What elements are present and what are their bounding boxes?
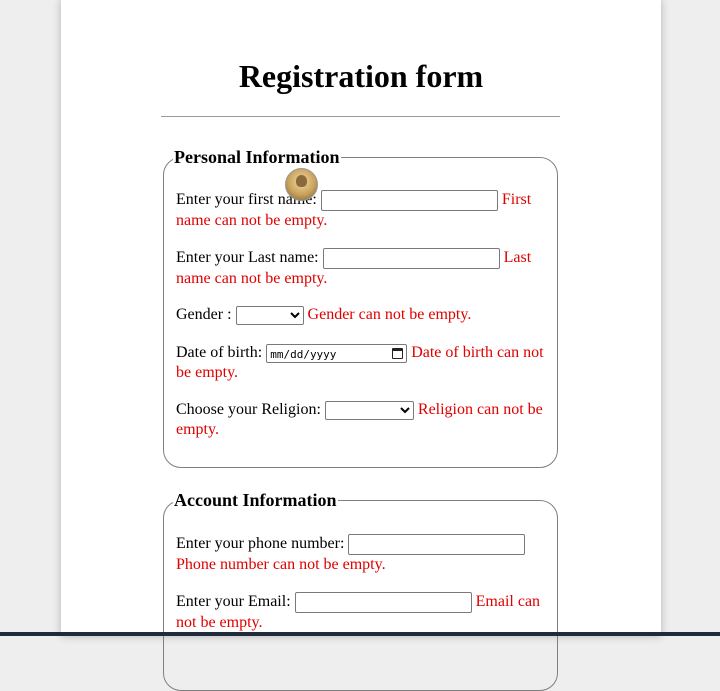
taskbar-strip (0, 632, 720, 636)
email-input[interactable] (294, 592, 472, 613)
page-title: Registration form (238, 58, 484, 94)
last-name-input[interactable] (322, 248, 500, 269)
account-information-legend: Account Information (174, 490, 337, 510)
phone-input[interactable] (348, 534, 526, 555)
calendar-icon[interactable] (392, 347, 404, 359)
gender-error: Gender can not be empty. (307, 306, 472, 323)
first-name-input[interactable] (320, 190, 498, 211)
email-label: Enter your Email: (176, 593, 291, 611)
religion-label: Choose your Religion: (176, 401, 321, 418)
title-divider (161, 116, 560, 117)
religion-select[interactable] (324, 400, 414, 420)
last-name-label: Enter your Last name: (176, 249, 319, 267)
phone-row: Enter your phone number: Phone number ca… (176, 534, 544, 575)
personal-information-section: Personal Information Enter your first na… (163, 148, 558, 468)
user-avatar[interactable] (285, 168, 318, 201)
email-row: Enter your Email: Email can not be empty… (176, 592, 544, 633)
form-card: Registration form Personal Information E… (61, 0, 661, 691)
religion-row: Choose your Religion: Religion can not b… (176, 400, 544, 440)
dob-label: Date of birth: (176, 344, 263, 361)
gender-row: Gender : Gender can not be empty. (176, 305, 544, 325)
gender-label: Gender : (176, 306, 232, 323)
personal-information-legend: Personal Information (174, 147, 340, 167)
gender-select[interactable] (235, 305, 304, 325)
phone-error: Phone number can not be empty. (176, 556, 386, 573)
phone-label: Enter your phone number: (176, 535, 345, 553)
account-information-section: Account Information Enter your phone num… (163, 491, 558, 691)
dob-date-input[interactable]: mm/dd/yyyy (266, 343, 408, 363)
first-name-row: Enter your first name: First name can no… (176, 190, 544, 231)
dob-row: Date of birth: mm/dd/yyyy Date of birth … (176, 343, 544, 383)
last-name-row: Enter your Last name: Last name can not … (176, 248, 544, 289)
dob-placeholder: mm/dd/yyyy (270, 347, 337, 361)
